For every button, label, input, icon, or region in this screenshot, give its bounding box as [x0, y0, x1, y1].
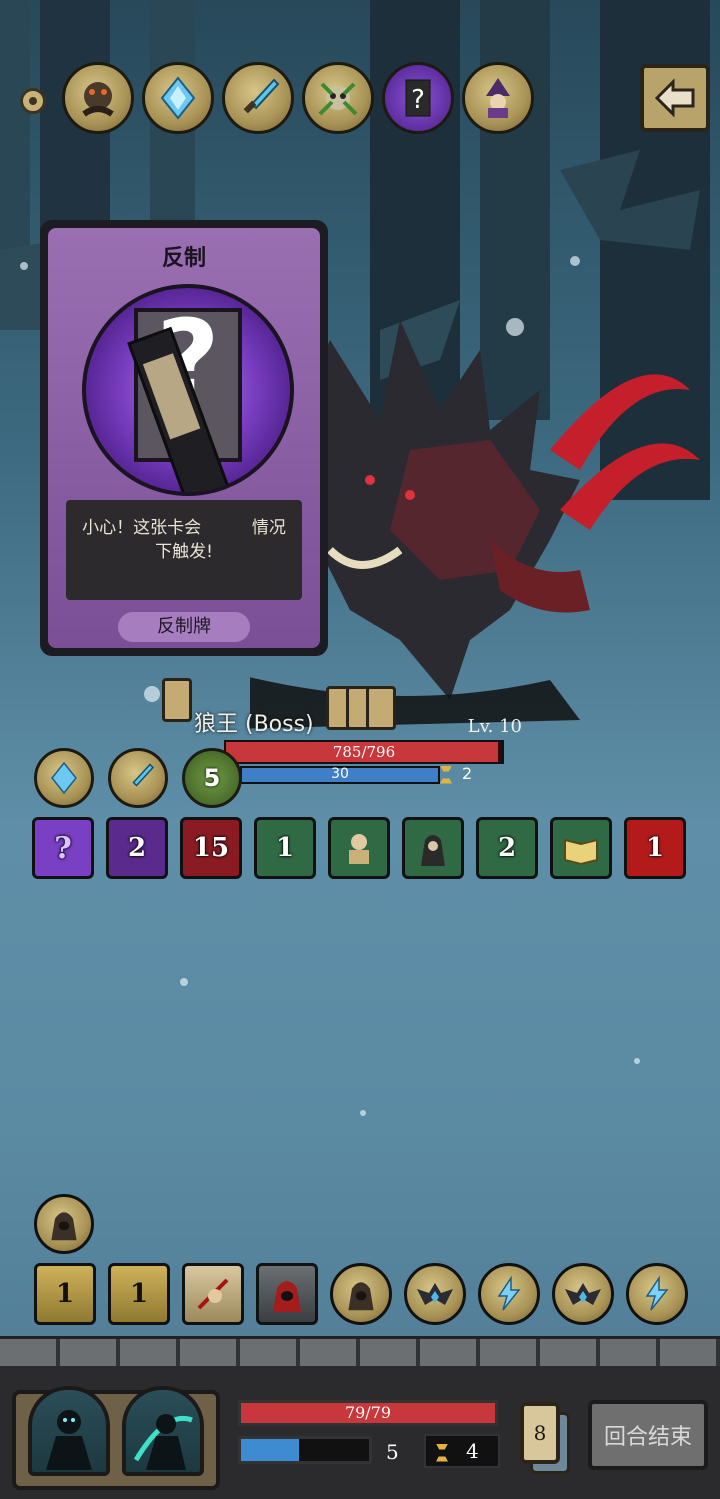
mystery-intent-icon[interactable]: ?: [32, 817, 94, 879]
boss-shield-bar: 30: [240, 766, 440, 784]
hooded-figure-intent-icon[interactable]: [402, 817, 464, 879]
boss-hp-text: 785/796: [332, 743, 396, 761]
hood-buff-icon[interactable]: [34, 1194, 94, 1254]
hourglass-icon: [436, 1443, 448, 1462]
card-description-line2: 下触发!: [155, 542, 213, 562]
ice-crystal-buff-icon[interactable]: [34, 748, 94, 808]
card-description-line1: 小心！这张卡会: [82, 518, 202, 538]
poison-intent-value: 1: [275, 833, 295, 863]
boss-timer-value: 2: [462, 764, 473, 783]
player-hp-text: 79/79: [344, 1403, 392, 1422]
witch-relic-icon[interactable]: [462, 62, 534, 134]
back-button[interactable]: [640, 64, 710, 132]
svg-text:?: ?: [411, 85, 425, 115]
boss-turn-timer: 2: [440, 764, 472, 784]
boss-name: 狼王 (Boss): [194, 712, 314, 737]
bat-buff-icon[interactable]: [552, 1263, 614, 1325]
player-buff-row: 1 1: [34, 1263, 694, 1327]
hood-buff-icon[interactable]: [330, 1263, 392, 1325]
lightning-buff-icon[interactable]: [626, 1263, 688, 1325]
card-frame: 反制 ? 小心！这张卡会 情况 下触发! 反制牌: [48, 228, 320, 648]
end-turn-button[interactable]: 回合结束: [588, 1400, 708, 1470]
mystery-relic-icon[interactable]: ?: [382, 62, 454, 134]
ice-dagger-relic-icon[interactable]: [222, 62, 294, 134]
boot-buff-icon[interactable]: 1: [34, 1263, 96, 1325]
red-rune-intent-icon[interactable]: 1: [624, 817, 686, 879]
traveler-intent-value: 2: [497, 833, 517, 863]
card-title: 反制: [161, 246, 206, 271]
boss-intent-row: ? 2 15 1 2 1: [32, 817, 692, 881]
card-description-line1b: 情况: [251, 518, 286, 538]
boss-hp-bar: 785/796: [224, 740, 504, 764]
counter-card-popup[interactable]: 反制 ? 小心！这张卡会 情况 下触发! 反制牌: [40, 220, 328, 656]
draw-pile[interactable]: 8: [520, 1402, 560, 1464]
boot-buff-value: 1: [129, 1279, 149, 1309]
hero-portrait-2[interactable]: [122, 1386, 204, 1476]
card-description: 小心！这张卡会 情况 下触发!: [66, 500, 302, 600]
party-portrait-frame: [12, 1386, 220, 1490]
boot-buff-value: 1: [55, 1279, 75, 1309]
deck-count: 8: [533, 1421, 547, 1445]
bat-buff-icon[interactable]: [404, 1263, 466, 1325]
boss-shield-text: 30: [331, 766, 349, 782]
hero-portrait-1[interactable]: [28, 1386, 110, 1476]
eye-intent-icon[interactable]: 2: [106, 817, 168, 879]
red-hood-buff-icon[interactable]: [256, 1263, 318, 1325]
scholar-intent-icon[interactable]: [328, 817, 390, 879]
relic-bar: ?: [18, 62, 538, 142]
slash-buff-icon[interactable]: [182, 1263, 244, 1325]
arrow-left-icon: [654, 78, 695, 118]
boot-buff-icon[interactable]: 1: [108, 1263, 170, 1325]
blood-intent-value: 15: [192, 833, 230, 863]
card-type-label: 反制牌: [118, 612, 250, 642]
player-hud: 79/79 5 4 8 回合结束: [0, 1366, 720, 1499]
mystery-card-art-icon: ?: [82, 284, 294, 496]
relic-bar-indicator[interactable]: [20, 88, 46, 114]
blood-intent-icon[interactable]: 15: [180, 817, 242, 879]
hourglass-icon: [440, 765, 452, 784]
player-energy: 5: [386, 1440, 399, 1464]
spellbook-intent-icon[interactable]: [550, 817, 612, 879]
thorn-skull-relic-icon[interactable]: [302, 62, 374, 134]
traveler-intent-icon[interactable]: 2: [476, 817, 538, 879]
eye-intent-value: 2: [127, 833, 147, 863]
thorn-buff-value: 5: [203, 764, 221, 792]
red-rune-intent-value: 1: [645, 833, 665, 863]
boss-card-back: [162, 678, 192, 722]
ice-crystal-relic-icon[interactable]: [142, 62, 214, 134]
player-timer-value: 4: [466, 1439, 479, 1463]
player-turn-timer: 4: [424, 1434, 500, 1468]
lightning-buff-icon[interactable]: [478, 1263, 540, 1325]
poison-skull-intent-icon[interactable]: 1: [254, 817, 316, 879]
player-mana-bar: [238, 1436, 372, 1464]
thorn-buff-icon[interactable]: 5: [182, 748, 242, 808]
boss-level: Lv. 10: [467, 716, 522, 737]
rat-king-relic-icon[interactable]: [62, 62, 134, 134]
ice-dagger-buff-icon[interactable]: [108, 748, 168, 808]
player-mana-fill: [241, 1439, 299, 1461]
player-hp-bar: 79/79: [238, 1400, 498, 1426]
